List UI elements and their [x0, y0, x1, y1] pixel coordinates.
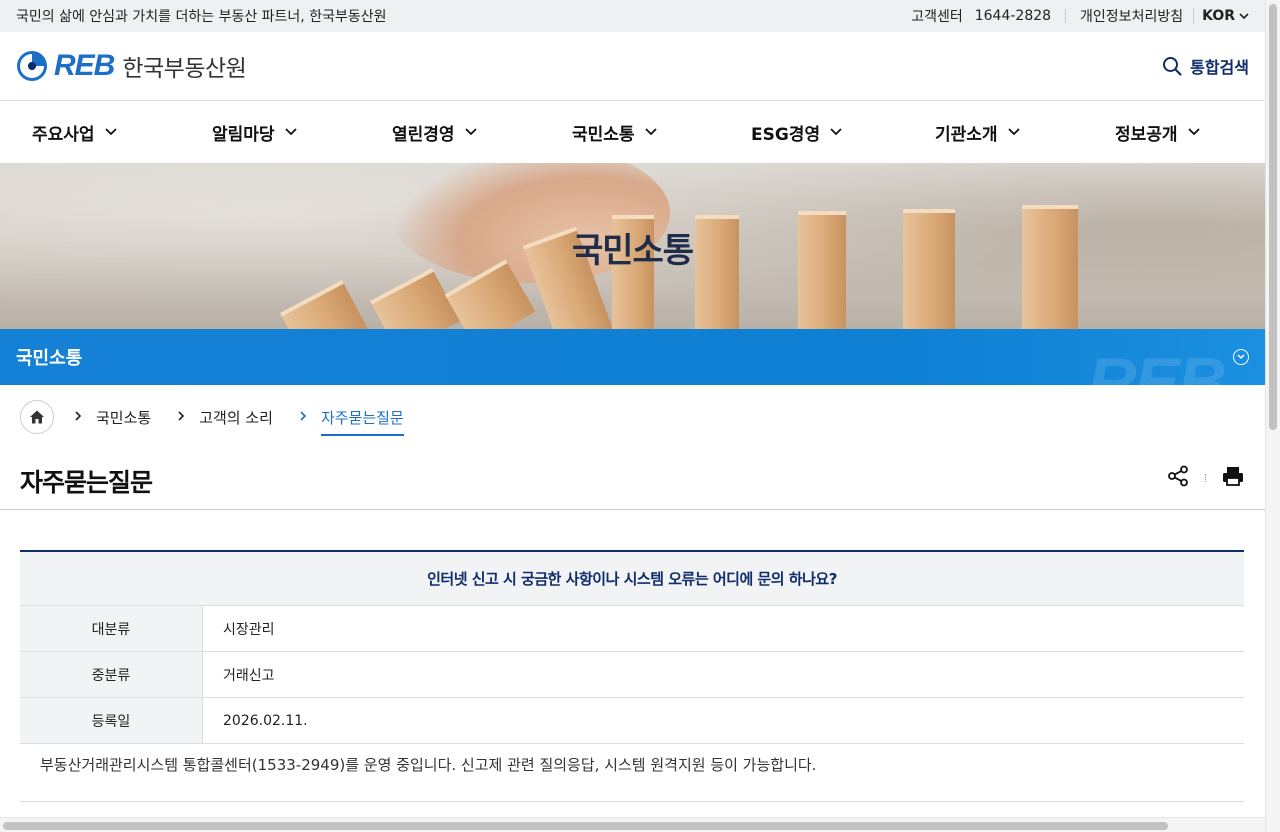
print-button[interactable] — [1222, 465, 1244, 491]
language-label: KOR — [1202, 8, 1235, 24]
breadcrumb: 국민소통 고객의 소리 자주묻는질문 — [20, 400, 404, 436]
section-watermark: REB — [1087, 344, 1227, 385]
search-label: 통합검색 — [1190, 58, 1249, 77]
vertical-scrollbar[interactable] — [1265, 0, 1280, 832]
divider — [1205, 474, 1206, 482]
integrated-search-button[interactable]: 통합검색 — [1162, 54, 1249, 78]
chevron-down-icon — [284, 128, 297, 136]
horizontal-scrollbar[interactable] — [0, 817, 1265, 832]
faq-detail-table: 인터넷 신고 시 궁금한 사항이나 시스템 오류는 어디에 문의 하나요? 대분… — [20, 550, 1244, 802]
main-navigation: 주요사업 알림마당 열린경영 국민소통 ESG경영 기관소개 정보공개 — [0, 101, 1265, 163]
table-row: 대분류 시장관리 — [20, 606, 1244, 652]
print-icon — [1223, 467, 1243, 486]
nav-item-communication[interactable]: 국민소통 — [572, 101, 657, 163]
table-row: 등록일 2026.02.11. — [20, 698, 1244, 744]
home-button[interactable] — [20, 400, 54, 434]
row-value: 거래신고 — [223, 667, 275, 684]
language-selector[interactable]: KOR — [1193, 8, 1249, 24]
section-label: 국민소통 — [16, 348, 83, 369]
breadcrumb-item[interactable]: 고객의 소리 — [199, 407, 273, 428]
customer-center-label: 고객센터 — [911, 9, 963, 25]
logo-wordmark: REB — [54, 49, 115, 82]
logo-mark-icon — [17, 51, 47, 81]
share-button[interactable] — [1167, 465, 1189, 491]
chevron-right-icon — [177, 410, 185, 424]
chevron-down-icon — [464, 128, 477, 136]
scrollbar-thumb[interactable] — [1269, 4, 1277, 430]
utility-links: 고객센터 1644-2828 개인정보처리방침 KOR — [911, 6, 1249, 26]
site-logo[interactable]: REB 한국부동산원 — [16, 49, 247, 83]
breadcrumb-item[interactable]: 국민소통 — [96, 407, 151, 428]
nav-item-label: ESG경영 — [751, 124, 821, 145]
section-bar: 국민소통 REB — [0, 329, 1265, 385]
chevron-down-icon — [1239, 13, 1249, 20]
nav-item-open-management[interactable]: 열린경영 — [392, 101, 477, 163]
site-header: REB 한국부동산원 통합검색 — [0, 32, 1265, 101]
row-header: 등록일 — [20, 698, 203, 743]
title-divider — [0, 509, 1265, 510]
row-value: 시장관리 — [223, 621, 275, 638]
utility-bar: 국민의 삶에 안심과 가치를 더하는 부동산 파트너, 한국부동산원 고객센터 … — [0, 0, 1265, 32]
nav-item-label: 기관소개 — [935, 124, 998, 145]
page-title: 자주묻는질문 — [20, 468, 153, 497]
slogan: 국민의 삶에 안심과 가치를 더하는 부동산 파트너, 한국부동산원 — [16, 9, 387, 25]
nav-item-main-business[interactable]: 주요사업 — [32, 101, 117, 163]
logo-name: 한국부동산원 — [122, 56, 247, 82]
breadcrumb-current[interactable]: 자주묻는질문 — [320, 407, 404, 436]
nav-item-disclosure[interactable]: 정보공개 — [1115, 101, 1200, 163]
row-header: 중분류 — [20, 652, 203, 697]
hero-banner: 국민소통 — [0, 163, 1265, 329]
customer-center-phone[interactable]: 1644-2828 — [975, 8, 1051, 24]
row-header: 대분류 — [20, 606, 203, 651]
search-icon — [1163, 57, 1182, 76]
faq-question: 인터넷 신고 시 궁금한 사항이나 시스템 오류는 어디에 문의 하나요? — [20, 552, 1244, 606]
scrollbar-thumb[interactable] — [3, 822, 1168, 830]
nav-item-label: 주요사업 — [32, 124, 95, 145]
nav-item-label: 정보공개 — [1115, 124, 1178, 145]
privacy-policy-link[interactable]: 개인정보처리방침 — [1080, 6, 1183, 26]
nav-item-notice[interactable]: 알림마당 — [212, 101, 297, 163]
home-icon — [30, 410, 44, 424]
chevron-down-icon — [1187, 128, 1200, 136]
chevron-down-icon — [644, 128, 657, 136]
divider — [1065, 9, 1067, 23]
chevron-down-icon — [1237, 354, 1245, 360]
nav-item-label: 열린경영 — [392, 124, 455, 145]
nav-item-label: 알림마당 — [212, 124, 275, 145]
chevron-down-icon — [104, 128, 117, 136]
faq-answer: 부동산거래관리시스템 통합콜센터(1533-2949)를 운영 중입니다. 신고… — [20, 744, 1244, 802]
chevron-right-icon — [74, 410, 82, 424]
section-menu-toggle[interactable] — [1233, 349, 1249, 365]
nav-item-label: 국민소통 — [572, 124, 635, 145]
nav-item-esg[interactable]: ESG경영 — [751, 101, 842, 163]
share-icon — [1168, 465, 1188, 487]
page-tools — [1167, 465, 1244, 491]
chevron-down-icon — [830, 128, 842, 136]
chevron-down-icon — [1007, 128, 1020, 136]
table-row: 중분류 거래신고 — [20, 652, 1244, 698]
nav-item-about[interactable]: 기관소개 — [935, 101, 1020, 163]
row-value: 2026.02.11. — [223, 712, 308, 729]
chevron-right-icon — [299, 410, 307, 424]
hero-title: 국민소통 — [571, 231, 694, 271]
